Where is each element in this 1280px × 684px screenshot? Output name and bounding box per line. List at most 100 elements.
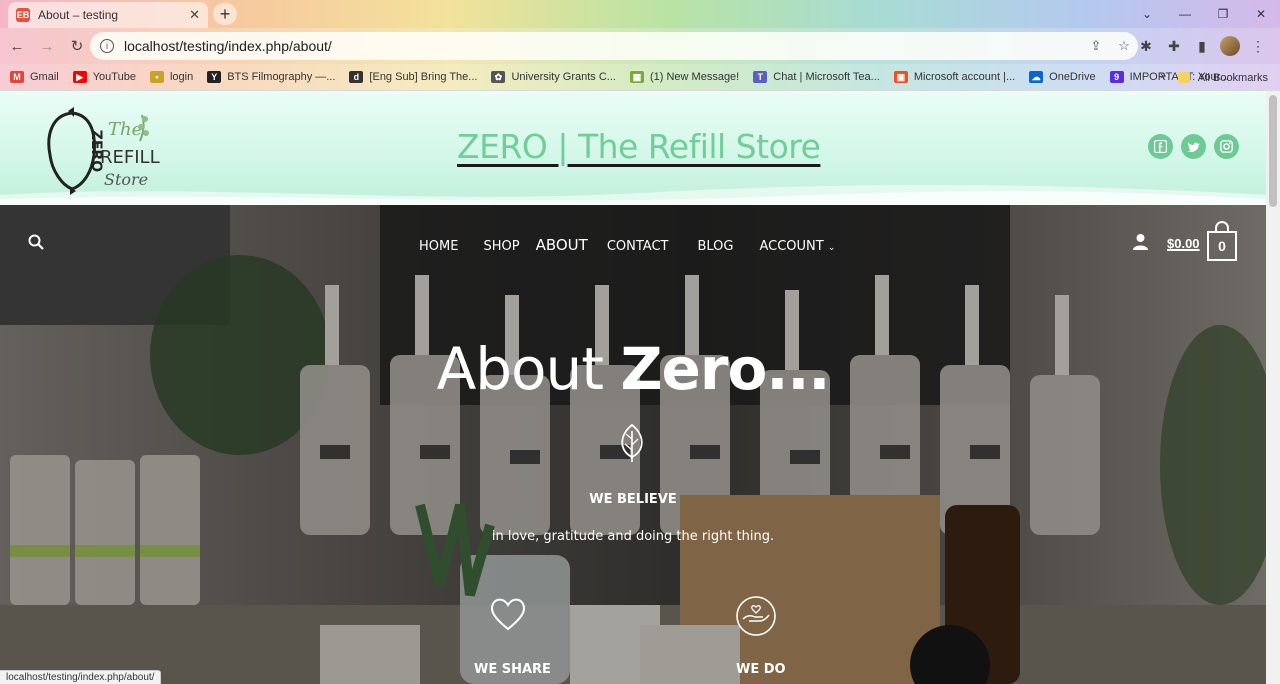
close-tab-icon[interactable]: ✕	[189, 7, 200, 23]
nav-links: HOME SHOP ABOUT CONTACT BLOG ACCOUNT ⌄	[419, 236, 835, 254]
we-share-title: WE SHARE	[474, 662, 551, 677]
bookmark-item[interactable]: ☁ OneDrive	[1029, 71, 1096, 83]
bookmark-item[interactable]: Y BTS Filmography —...	[207, 71, 335, 83]
hero-section: HOME SHOP ABOUT CONTACT BLOG ACCOUNT ⌄ $…	[0, 205, 1266, 684]
bookmark-favicon-icon: ✿	[491, 71, 506, 83]
heart-icon	[489, 597, 527, 636]
nav-account[interactable]: ACCOUNT ⌄	[759, 239, 835, 254]
all-bookmarks-label: All Bookmarks	[1197, 71, 1268, 84]
side-panel-icon[interactable]: ▮	[1188, 38, 1216, 55]
bookmark-favicon-icon: T	[753, 71, 768, 83]
leaf-icon	[617, 423, 647, 468]
bookmarks-overflow-icon[interactable]: »	[1160, 70, 1166, 82]
all-bookmarks-button[interactable]: All Bookmarks	[1177, 64, 1268, 91]
instagram-icon[interactable]	[1214, 134, 1239, 159]
bookmark-favicon-icon: ▦	[629, 71, 644, 83]
new-tab-button[interactable]: +	[213, 3, 237, 25]
main-navigation: HOME SHOP ABOUT CONTACT BLOG ACCOUNT ⌄ $…	[0, 221, 1266, 261]
browser-toolbar: ← → ↻ i localhost/testing/index.php/abou…	[0, 28, 1280, 64]
tab-title: About – testing	[38, 8, 119, 22]
search-icon[interactable]	[28, 234, 44, 255]
back-icon[interactable]: ←	[4, 33, 30, 59]
we-do-title: WE DO	[736, 662, 786, 677]
bookmark-favicon-icon: M	[10, 71, 24, 83]
we-believe-title: WE BELIEVE	[589, 492, 677, 507]
bookmark-favicon-icon: d	[349, 71, 364, 83]
cart-total[interactable]: $0.00	[1167, 236, 1200, 251]
web-page: ZERO The REFILL Store ZERO | The Refill …	[0, 91, 1280, 684]
bookmark-item[interactable]: d [Eng Sub] Bring The...	[349, 71, 477, 83]
svg-text:Store: Store	[104, 170, 148, 189]
bookmark-label: login	[169, 71, 194, 83]
bookmark-favicon-icon: •	[149, 71, 164, 83]
browser-menu-icon[interactable]: ⋮	[1244, 38, 1272, 55]
social-links	[1148, 134, 1239, 159]
nav-blog[interactable]: BLOG	[697, 239, 733, 254]
browser-tab[interactable]: EB About – testing ✕	[8, 2, 208, 28]
nav-account-label: ACCOUNT	[759, 239, 824, 254]
scrollbar-thumb[interactable]	[1269, 95, 1277, 207]
nav-home[interactable]: HOME	[419, 239, 458, 254]
bookmark-label: BTS Filmography —...	[227, 71, 336, 83]
bookmark-item[interactable]: T Chat | Microsoft Tea...	[753, 71, 880, 83]
bookmark-label: [Eng Sub] Bring The...	[369, 71, 478, 83]
facebook-icon[interactable]	[1148, 134, 1173, 159]
browser-tab-bar: EB About – testing ✕ + ⌄ — ❐ ✕	[0, 0, 1280, 28]
bookmark-label: Microsoft account |...	[913, 71, 1016, 83]
restore-button[interactable]: ❐	[1204, 0, 1242, 28]
site-header: ZERO The REFILL Store ZERO | The Refill …	[0, 91, 1266, 205]
bookmark-item[interactable]: • login	[149, 71, 194, 83]
bookmark-favicon-icon: ▣	[893, 71, 908, 83]
forward-icon[interactable]: →	[34, 33, 60, 59]
site-title-link[interactable]: ZERO | The Refill Store	[457, 127, 821, 166]
extension-bug-icon[interactable]: ✱	[1132, 38, 1160, 55]
status-bar-url: localhost/testing/index.php/about/	[0, 670, 162, 684]
bookmark-label: OneDrive	[1049, 71, 1096, 83]
bookmark-favicon-icon: 9	[1109, 71, 1124, 83]
folder-icon	[1177, 72, 1190, 83]
bookmarks-bar: M Gmail ▶ YouTube • login Y BTS Filmography —..…	[0, 64, 1280, 91]
site-favicon-icon: EB	[16, 8, 30, 22]
helping-hands-icon	[735, 595, 777, 642]
bookmark-label: Gmail	[30, 71, 59, 83]
address-bar[interactable]: i localhost/testing/index.php/about/ ⇪ ☆	[90, 32, 1138, 60]
reload-icon[interactable]: ↻	[64, 33, 90, 59]
bookmark-label: YouTube	[92, 71, 136, 83]
hero-heading-bold: Zero...	[620, 335, 830, 403]
chevron-down-icon: ⌄	[827, 243, 836, 253]
window-controls: ⌄ — ❐ ✕	[1128, 0, 1280, 28]
hero-heading-light: About	[436, 335, 621, 403]
address-url[interactable]: localhost/testing/index.php/about/	[124, 38, 1082, 54]
bookmark-item[interactable]: M Gmail	[10, 71, 59, 83]
hero-heading: About Zero...	[0, 335, 1266, 403]
bookmark-item[interactable]: ▣ Microsoft account |...	[893, 71, 1016, 83]
bookmark-favicon-icon: ▶	[72, 71, 87, 83]
tab-search-icon[interactable]: ⌄	[1128, 0, 1166, 28]
minimize-button[interactable]: —	[1166, 0, 1204, 28]
nav-contact[interactable]: CONTACT	[607, 239, 669, 254]
bookmark-favicon-icon: Y	[207, 71, 222, 83]
site-logo[interactable]: ZERO The REFILL Store	[42, 105, 162, 195]
bookmark-item[interactable]: ▶ YouTube	[72, 71, 136, 83]
twitter-icon[interactable]	[1181, 134, 1206, 159]
svg-text:REFILL: REFILL	[100, 147, 160, 168]
bookmark-item[interactable]: ▦ (1) New Message!	[629, 71, 740, 83]
nav-shop[interactable]: SHOP	[483, 239, 519, 254]
bookmark-label: Chat | Microsoft Tea...	[773, 71, 880, 83]
close-window-button[interactable]: ✕	[1242, 0, 1280, 28]
site-info-icon[interactable]: i	[100, 39, 114, 53]
extensions-puzzle-icon[interactable]: ✚	[1160, 38, 1188, 55]
svg-text:The: The	[108, 119, 142, 140]
we-believe-text: in love, gratitude and doing the right t…	[491, 529, 775, 544]
bookmark-favicon-icon: ☁	[1029, 71, 1044, 83]
share-icon[interactable]: ⇪	[1082, 38, 1110, 54]
bookmark-label: (1) New Message!	[649, 71, 740, 83]
header-wave-decoration	[0, 184, 1266, 205]
nav-about[interactable]: ABOUT	[536, 236, 588, 254]
user-account-icon[interactable]	[1132, 233, 1149, 255]
bookmark-item[interactable]: ✿ University Grants C...	[491, 71, 616, 83]
page-scrollbar[interactable]	[1266, 91, 1280, 684]
bookmark-label: University Grants C...	[511, 71, 616, 83]
profile-avatar[interactable]	[1220, 36, 1240, 56]
cart-count-badge[interactable]: 0	[1207, 231, 1237, 261]
